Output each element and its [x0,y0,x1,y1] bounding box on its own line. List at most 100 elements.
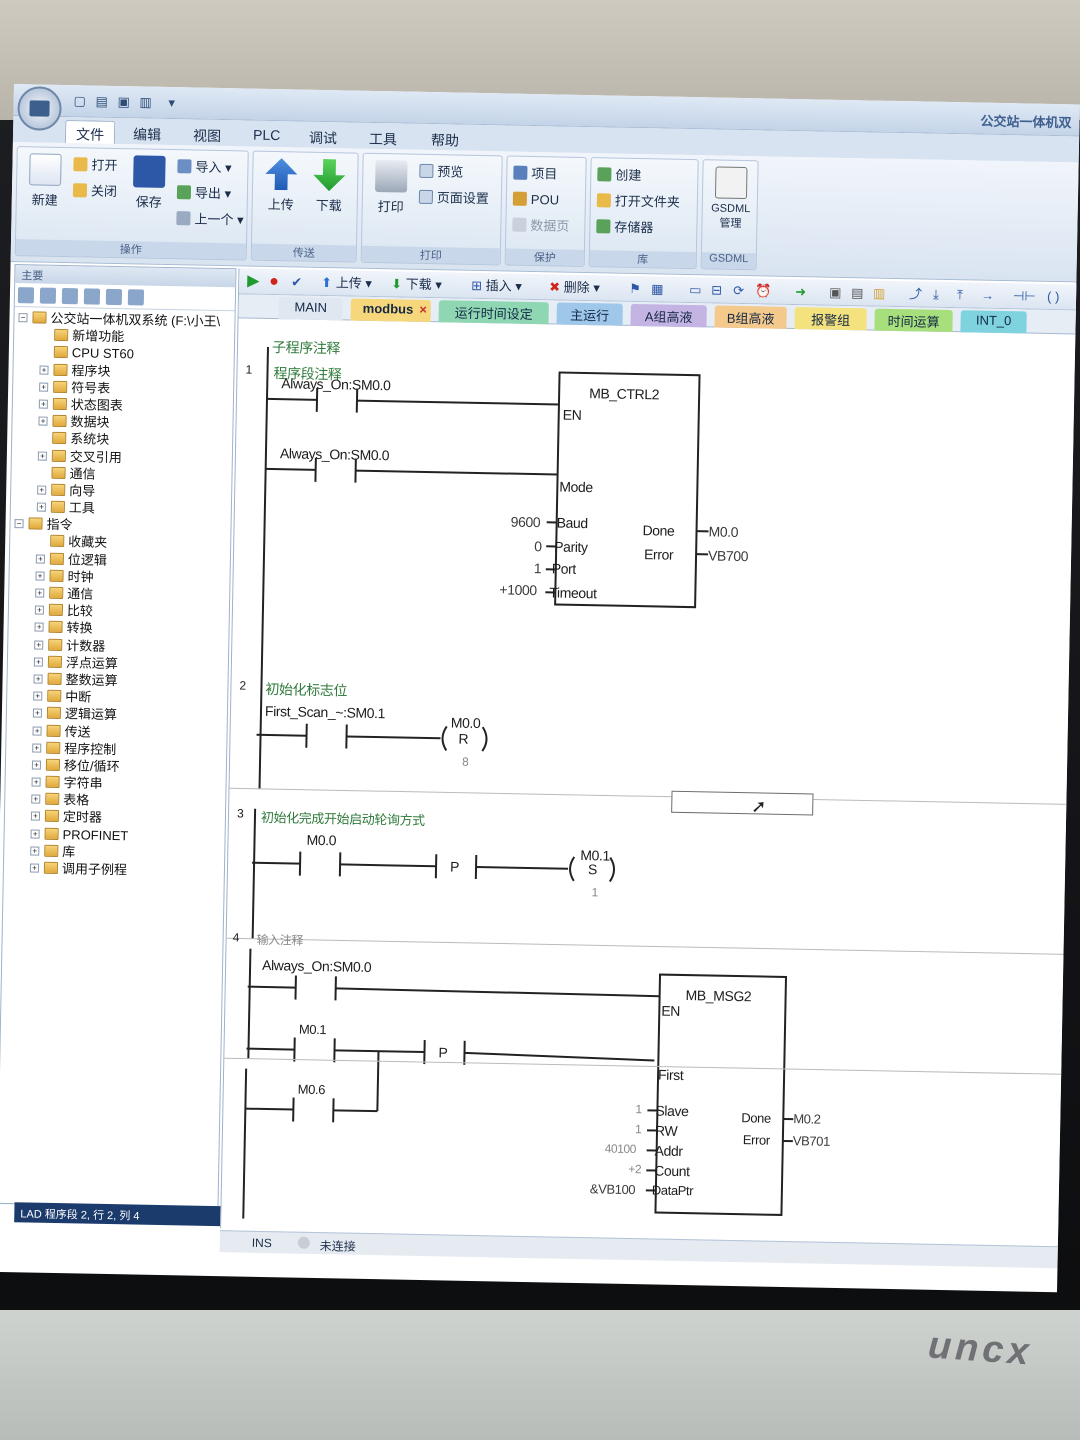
network-comment[interactable]: 输入注释 [256,931,303,949]
export-button[interactable]: 导出 ▾ [176,182,232,205]
program-tab[interactable]: INT_0 [960,310,1027,334]
program-tab[interactable]: 运行时间设定 [438,300,549,325]
expand-icon[interactable]: + [38,399,48,409]
expand-icon[interactable]: + [34,605,44,615]
contact-label[interactable]: Always_On:SM0.0 [280,445,389,463]
expand-icon[interactable]: + [35,571,45,581]
print-button[interactable]: 打印 [367,159,416,216]
expand-icon[interactable]: + [35,588,45,598]
coil-icon[interactable]: ( ) [1047,287,1060,307]
program-tab[interactable]: 时间运算 [874,308,953,333]
expand-icon[interactable]: + [33,674,43,684]
close-button[interactable]: 关闭 [72,180,117,203]
program-tab[interactable]: A组高液 [630,303,707,328]
new-file-icon[interactable]: ▢ [72,93,88,109]
pin-value[interactable]: +1000 [499,581,537,598]
network-comment[interactable]: 初始化标志位 [265,679,347,701]
pin-value[interactable]: 40100 [605,1142,637,1157]
pin-value[interactable]: +2 [628,1162,641,1176]
expand-icon[interactable]: + [37,485,47,495]
insert-button[interactable]: ⊞ 插入 ▾ [471,276,522,297]
expand-icon[interactable]: + [39,365,49,375]
expand-icon[interactable]: + [32,743,42,753]
program-tab[interactable]: B组高液 [714,305,787,329]
expand-icon[interactable]: + [31,760,42,770]
contact-label[interactable]: M0.1 [299,1022,327,1038]
run-icon[interactable]: ▶ [247,272,260,292]
open-folder-button[interactable]: 打开文件夹 [596,190,680,214]
print-icon[interactable]: ▥ [138,94,154,110]
tree-page-icon[interactable] [39,287,57,304]
alarm-icon[interactable]: ⏰ [755,281,772,301]
tab-view[interactable]: 视图 [183,122,231,146]
tab-plc[interactable]: PLC [243,123,291,147]
memory-button[interactable]: 存储器 [596,216,654,239]
pin-value[interactable]: 1 [534,560,542,576]
pin-value[interactable]: M0.2 [793,1111,821,1127]
tab-debug[interactable]: 调试 [299,124,347,148]
contact-label[interactable]: Always_On:SM0.0 [262,957,371,975]
collapse-icon[interactable]: − [18,313,28,323]
collapse-icon[interactable]: − [14,519,24,529]
key-icon[interactable]: ▤ [851,283,864,303]
subroutine-comment[interactable]: 子程序注释 [272,337,340,358]
pin-value[interactable]: 9600 [511,514,541,531]
expand-icon[interactable]: + [32,708,43,718]
expand-icon[interactable]: + [30,811,41,822]
pin-value[interactable]: VB701 [793,1133,830,1149]
expand-icon[interactable]: + [38,416,48,426]
upload-button[interactable]: 上传 [257,158,306,214]
gsdml-manage-button[interactable]: GSDML 管理 [706,166,755,231]
tree-item[interactable]: + 调用子例程 [4,859,224,880]
tab-help[interactable]: 帮助 [421,127,469,151]
contact-label[interactable]: M0.6 [298,1082,326,1098]
pin-value[interactable]: VB700 [708,547,748,564]
line-up-icon[interactable]: ⤒ [957,285,963,305]
pin-value[interactable]: 0 [534,538,542,554]
contact-label[interactable]: M0.0 [306,832,336,849]
editor-upload-button[interactable]: ⬆ 上传 ▾ [321,273,372,294]
stop-icon[interactable]: ● [269,272,279,292]
expand-icon[interactable]: + [33,657,43,667]
new-button[interactable]: 新建 [21,153,70,209]
coil-address[interactable]: M0.0 [451,715,481,732]
compile-icon[interactable]: ✔ [291,272,302,292]
protect-pou-button[interactable]: POU [512,189,560,212]
branch-icon[interactable]: ⤴ [909,284,922,304]
toggle-icon[interactable]: ▦ [651,279,664,299]
download-button[interactable]: 下载 [305,159,354,215]
protect-data-page-button[interactable]: 数据页 [512,215,570,238]
tree-doc-icon[interactable] [61,287,79,305]
expand-icon[interactable]: + [34,640,44,650]
program-tab[interactable]: modbus × [350,298,431,323]
lock-icon[interactable]: ▣ [829,283,842,303]
network-comment[interactable]: 初始化完成开始启动轮询方式 [261,807,425,829]
expand-icon[interactable]: + [36,502,46,512]
save-icon[interactable]: ▣ [116,94,132,110]
tree-table-icon[interactable] [105,288,123,306]
page-setup-button[interactable]: 页面设置 [418,187,489,210]
save-button[interactable]: 保存 [125,155,174,211]
program-tab[interactable]: 报警组 [794,307,867,331]
open-folder-icon[interactable]: ▤ [94,94,110,110]
pin-value[interactable]: M0.0 [708,523,738,540]
close-tab-icon[interactable]: × [419,302,427,317]
previous-button[interactable]: 上一个 ▾ [176,208,244,231]
network-icon[interactable]: ⊟ [711,280,722,300]
bookmark-icon[interactable]: ⚑ [629,279,641,299]
tree-view-icon[interactable] [17,287,35,304]
expand-icon[interactable]: + [39,382,49,392]
contact-icon[interactable]: ⊣⊢ [1013,286,1036,306]
open-button[interactable]: 打开 [73,154,118,177]
delete-button[interactable]: ✖ 删除 ▾ [549,277,600,298]
tab-edit[interactable]: 编辑 [123,121,171,145]
expand-icon[interactable]: + [30,846,40,856]
sync-icon[interactable]: ⟳ [733,281,744,301]
contact-label[interactable]: First_Scan_~:SM0.1 [265,703,385,721]
expand-icon[interactable]: + [35,554,45,564]
tree-chart-icon[interactable] [127,289,145,306]
folder-lock-icon[interactable]: ▥ [873,284,886,304]
expand-icon[interactable]: + [34,622,44,633]
expand-icon[interactable]: + [31,794,41,804]
program-tab[interactable]: MAIN [278,297,343,321]
